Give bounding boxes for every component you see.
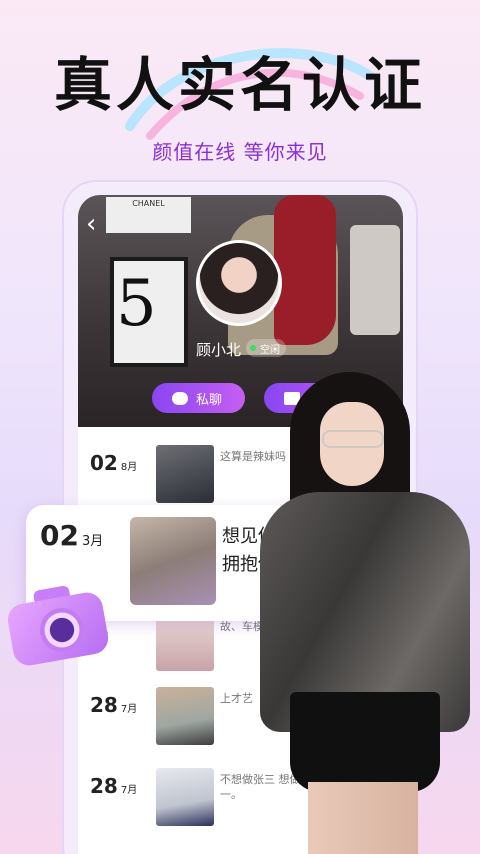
post-thumbnail[interactable]: [156, 768, 214, 826]
post-date: 02 8月: [90, 451, 138, 475]
cover-number: 5: [116, 267, 157, 341]
post-date: 28 7月: [90, 774, 138, 798]
post-thumbnail[interactable]: [156, 687, 214, 745]
status-label: 空闲: [260, 344, 280, 356]
online-dot-icon: [250, 345, 256, 351]
post-thumbnail[interactable]: [156, 445, 214, 503]
profile-name: 顾小北: [196, 341, 242, 359]
page-subtitle: 颜值在线 等你来见: [152, 140, 328, 164]
cover-dress: [274, 195, 336, 345]
private-chat-label: 私聊: [196, 392, 223, 408]
post-date: 02 3月: [40, 519, 104, 552]
post-date: 28 7月: [90, 693, 138, 717]
model-photo: [250, 372, 480, 854]
post-thumbnail[interactable]: [130, 517, 216, 605]
post-thumbnail[interactable]: [156, 619, 214, 671]
private-chat-button[interactable]: 私聊: [152, 383, 245, 413]
page-title: 真人实名认证: [53, 51, 426, 119]
status-badge: 空闲: [246, 339, 286, 357]
avatar[interactable]: [196, 240, 282, 326]
camera-icon: [5, 584, 111, 668]
cover-lamp: [350, 225, 400, 335]
cover-brand-label: CHANEL: [106, 197, 191, 233]
chevron-left-icon[interactable]: ‹: [86, 209, 96, 239]
chat-bubble-icon: [172, 391, 188, 405]
glasses-icon: [322, 430, 384, 448]
